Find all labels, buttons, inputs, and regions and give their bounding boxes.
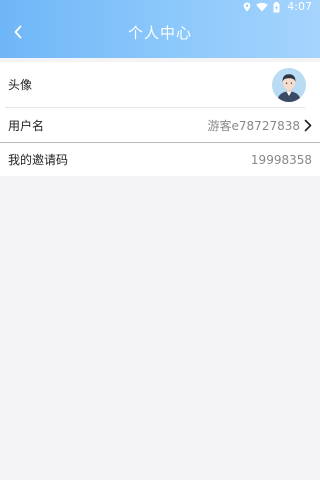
status-bar: 4:07 [0, 0, 320, 14]
username-label: 用户名 [8, 118, 45, 133]
avatar[interactable] [272, 67, 306, 102]
page-title: 个人中心 [127, 24, 192, 42]
profile-card: 头像 用户名 游客e78727838 我的邀请码 19998358 [0, 62, 320, 176]
invite-code-row: 我的邀请码 19998358 [0, 143, 320, 176]
location-icon [243, 2, 251, 12]
nav-bar: 个人中心 [0, 16, 320, 50]
status-icons: 4:07 [243, 0, 312, 14]
invite-code-value: 19998358 [250, 152, 312, 167]
username-value: 游客e78727838 [207, 118, 300, 133]
wifi-icon [256, 2, 268, 12]
invite-code-label: 我的邀请码 [8, 153, 69, 167]
header-bar: 4:07 个人中心 [0, 0, 320, 58]
avatar-label: 头像 [8, 78, 33, 92]
chevron-right-icon [304, 119, 312, 132]
username-row[interactable]: 用户名 游客e78727838 [0, 108, 320, 142]
status-time: 4:07 [287, 0, 312, 13]
battery-icon [273, 1, 280, 13]
avatar-row[interactable]: 头像 [0, 62, 320, 107]
personal-center-screen: 4:07 个人中心 头像 用户名 游客e78727838 我的邀请码 19998… [0, 0, 320, 480]
